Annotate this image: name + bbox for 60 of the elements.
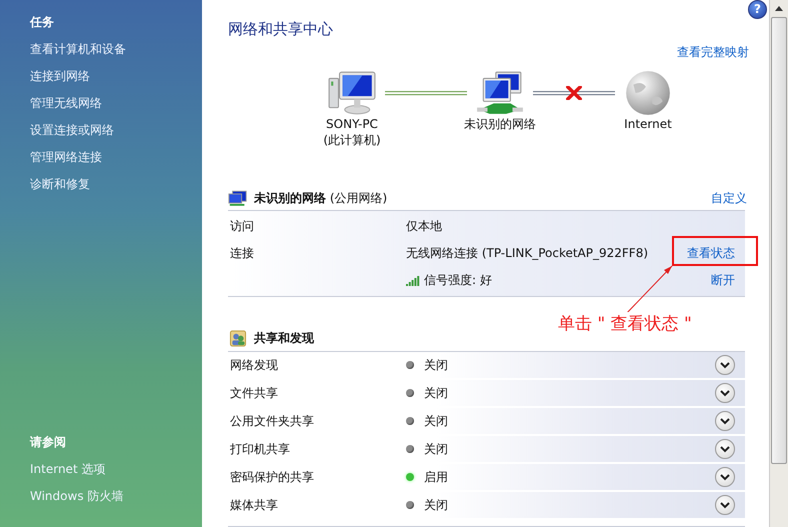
- chevron-down-icon: [720, 417, 730, 425]
- signal-icon: [406, 276, 420, 286]
- setting-status: 启用: [424, 468, 448, 486]
- network-icon: [475, 70, 525, 116]
- network-name: 未识别的网络 (公用网络): [254, 190, 388, 206]
- setting-status: 关闭: [424, 496, 448, 514]
- setting-label: 文件共享: [229, 384, 279, 402]
- page-title: 网络和共享中心: [228, 20, 333, 39]
- network-icon: [228, 190, 248, 206]
- setting-label: 打印机共享: [229, 440, 291, 458]
- detail-link[interactable]: 查看状态: [687, 245, 735, 262]
- see-also-link[interactable]: Internet 选项: [30, 459, 106, 486]
- chevron-down-icon: [720, 361, 730, 369]
- detail-link[interactable]: 断开: [711, 272, 735, 289]
- sidebar-heading: 请参阅: [30, 434, 67, 451]
- chevron-down-icon: [720, 473, 730, 481]
- setting-label: 公用文件夹共享: [229, 412, 315, 430]
- detail-label: 访问: [229, 218, 255, 235]
- setting-status: 关闭: [424, 412, 448, 430]
- expand-button[interactable]: [715, 411, 735, 431]
- node-label: Internet: [624, 116, 672, 132]
- setting-label: 网络发现: [229, 356, 279, 374]
- task-link[interactable]: 诊断和修复: [30, 174, 90, 201]
- node-label: SONY-PC: [326, 116, 378, 132]
- full-map-link[interactable]: 查看完整映射: [677, 44, 749, 61]
- expand-button[interactable]: [715, 355, 735, 375]
- help-button[interactable]: ?: [748, 0, 767, 19]
- node-label: 未识别的网络: [464, 116, 536, 132]
- scroll-thumb[interactable]: [771, 17, 787, 464]
- expand-button[interactable]: [715, 383, 735, 403]
- task-link[interactable]: 管理网络连接: [30, 147, 102, 174]
- sidebar-heading: 任务: [30, 14, 55, 31]
- see-also-link[interactable]: Windows 防火墙: [30, 486, 124, 513]
- expand-button[interactable]: [715, 467, 735, 487]
- setting-status: 关闭: [424, 440, 448, 458]
- node-sublabel: (此计算机): [323, 132, 381, 148]
- people-icon: [228, 330, 248, 346]
- detail-value: 仅本地: [406, 218, 442, 235]
- customize-link[interactable]: 自定义: [711, 190, 747, 206]
- section-heading: 共享和发现: [254, 330, 314, 346]
- scroll-up-icon[interactable]: [775, 6, 783, 11]
- detail-label: 连接: [229, 245, 255, 262]
- expand-button[interactable]: [715, 495, 735, 515]
- task-link[interactable]: 查看计算机和设备: [30, 39, 126, 66]
- task-link[interactable]: 设置连接或网络: [30, 120, 114, 147]
- setting-status: 关闭: [424, 384, 448, 402]
- globe-icon: [623, 70, 673, 116]
- setting-status: 关闭: [424, 356, 448, 374]
- chevron-down-icon: [720, 501, 730, 509]
- detail-value: 信号强度: 好: [424, 272, 492, 289]
- expand-button[interactable]: [715, 439, 735, 459]
- detail-value: 无线网络连接 (TP-LINK_PocketAP_922FF8): [406, 245, 648, 262]
- scrollbar[interactable]: [769, 0, 788, 527]
- task-link[interactable]: 管理无线网络: [30, 93, 102, 120]
- setting-label: 媒体共享: [229, 496, 279, 514]
- setting-label: 密码保护的共享: [229, 468, 315, 486]
- computer-icon: [327, 70, 377, 116]
- chevron-down-icon: [720, 445, 730, 453]
- chevron-down-icon: [720, 389, 730, 397]
- task-link[interactable]: 连接到网络: [30, 66, 90, 93]
